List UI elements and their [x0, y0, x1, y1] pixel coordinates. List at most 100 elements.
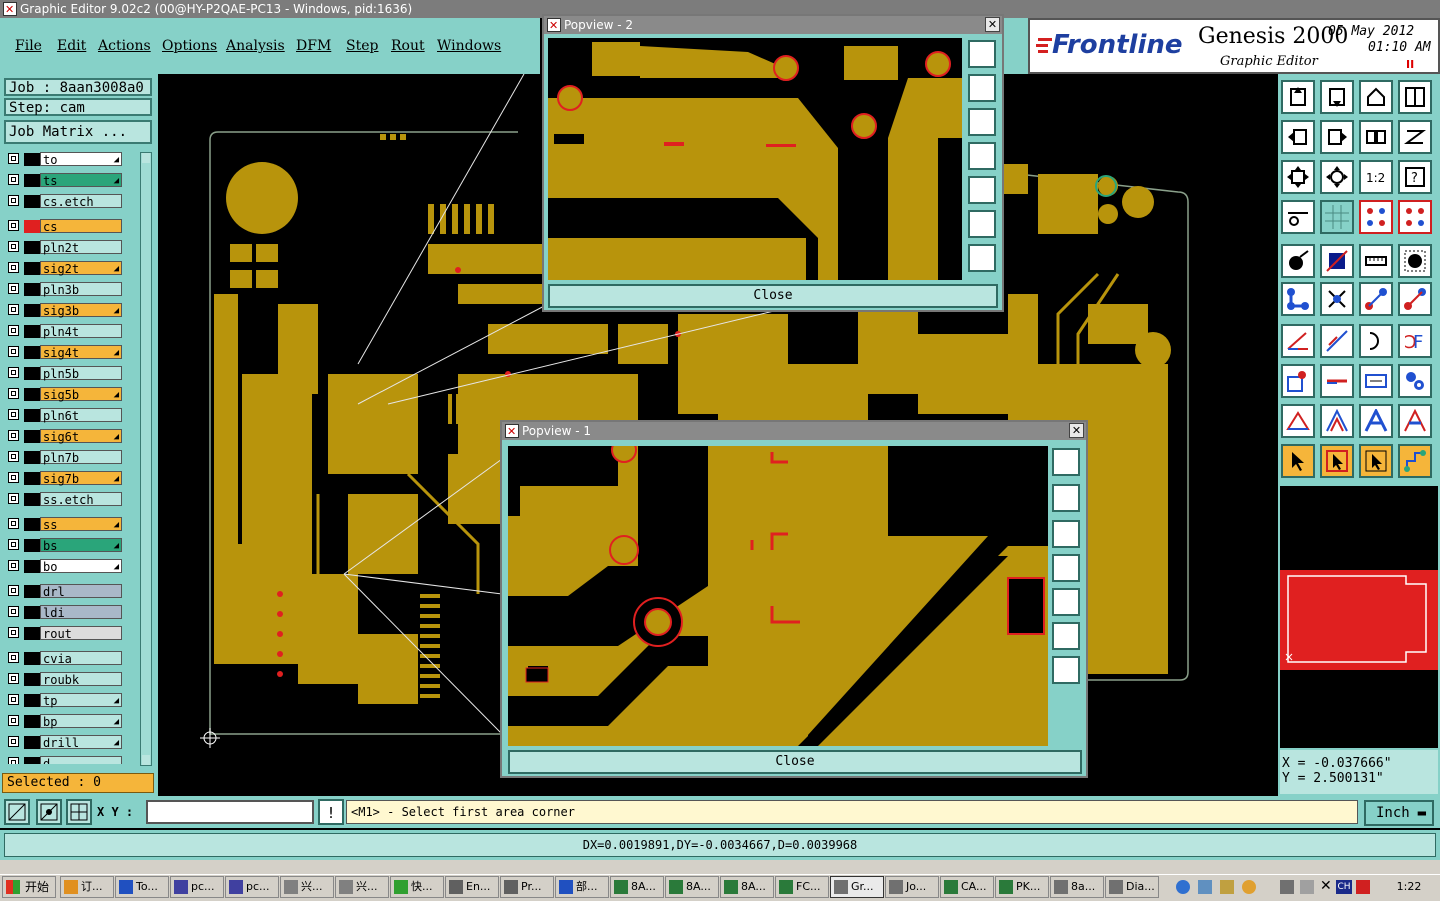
layer-name[interactable]: pln3b	[40, 282, 122, 297]
taskbar-task[interactable]: 兴...	[335, 876, 389, 898]
layer-checkbox[interactable]	[8, 472, 19, 483]
layer-checkbox[interactable]	[8, 518, 19, 529]
route-pad-alt-button[interactable]	[1398, 282, 1432, 316]
taskbar-task[interactable]: Jo...	[885, 876, 939, 898]
taskbar-task[interactable]: 订...	[60, 876, 114, 898]
layer-row[interactable]: bp ◢	[4, 714, 138, 729]
layer-row[interactable]: pln4t	[4, 324, 138, 339]
horizontal-line-button[interactable]	[1320, 364, 1354, 398]
menu-dfm[interactable]: DFM	[296, 38, 331, 54]
taskbar-task[interactable]: CA...	[940, 876, 994, 898]
layer-name[interactable]: ts ◢	[40, 173, 122, 188]
popview-2-canvas[interactable]	[548, 38, 962, 280]
layer-color-swatch[interactable]	[24, 174, 40, 187]
grid-snap-button[interactable]	[66, 799, 92, 825]
taskbar-task[interactable]: En...	[445, 876, 499, 898]
layer-checkbox[interactable]	[8, 627, 19, 638]
taskbar-clock[interactable]: 1:22	[1380, 876, 1438, 898]
layer-name[interactable]: bs ◢	[40, 538, 122, 553]
layer-checkbox[interactable]	[8, 241, 19, 252]
layer-checkbox[interactable]	[8, 673, 19, 684]
arc-tool-button[interactable]	[1359, 324, 1393, 358]
help-button[interactable]: ?	[1398, 160, 1432, 194]
layer-color-swatch[interactable]	[24, 694, 40, 707]
pointer-box-tool-button[interactable]	[1320, 444, 1354, 478]
layer-row[interactable]: ss ◢	[4, 517, 138, 532]
layer-checkbox[interactable]	[8, 304, 19, 315]
menu-analysis[interactable]: Analysis	[226, 38, 285, 54]
taskbar-task[interactable]: 8A...	[720, 876, 774, 898]
layer-color-swatch[interactable]	[24, 585, 40, 598]
measure-span-button[interactable]	[1359, 364, 1393, 398]
layer-color-swatch[interactable]	[24, 493, 40, 506]
layer-color-swatch[interactable]	[24, 283, 40, 296]
layer-checkbox[interactable]	[8, 174, 19, 185]
layer-row[interactable]: ldi	[4, 605, 138, 620]
layer-checkbox[interactable]	[8, 220, 19, 231]
layer-name[interactable]: d	[40, 756, 122, 764]
layer-name[interactable]: pln7b	[40, 450, 122, 465]
tray-app-icon[interactable]	[1198, 880, 1212, 894]
snap-centers-button[interactable]	[1398, 200, 1432, 234]
layer-row[interactable]: roubk	[4, 672, 138, 687]
zoom-box-button[interactable]	[4, 799, 30, 825]
layer-row[interactable]: sig6t ◢	[4, 429, 138, 444]
tray-x-icon[interactable]: ✕	[1320, 878, 1332, 894]
layer-row[interactable]: cs.etch	[4, 194, 138, 209]
zoom-diagonal-button[interactable]	[36, 799, 62, 825]
layer-row[interactable]: to ◢	[4, 152, 138, 167]
popview-1-zoom-in-button[interactable]	[1052, 656, 1080, 684]
taskbar-task[interactable]: FC...	[775, 876, 829, 898]
taskbar-task[interactable]: 8A...	[610, 876, 664, 898]
layer-color-swatch[interactable]	[24, 673, 40, 686]
layer-row[interactable]: rout	[4, 626, 138, 641]
popview-1-canvas[interactable]	[508, 446, 1048, 746]
layer-checkbox[interactable]	[8, 757, 19, 764]
layer-name[interactable]: to ◢	[40, 152, 122, 167]
tray-tool-icon[interactable]	[1280, 880, 1294, 894]
popview-2-zoom-in-button[interactable]	[968, 244, 996, 272]
popview-2-pan-up-button[interactable]	[968, 74, 996, 102]
group-pads-button[interactable]	[1398, 364, 1432, 398]
clock-app-icon[interactable]	[1242, 880, 1256, 894]
xy-input[interactable]	[146, 800, 314, 824]
layer-row[interactable]: cs	[4, 219, 138, 234]
popview-1-zoom-out-button[interactable]	[1052, 622, 1080, 650]
job-matrix-button[interactable]: Job Matrix ...	[4, 120, 152, 144]
layer-color-swatch[interactable]	[24, 367, 40, 380]
popview-2-zoom-window-button[interactable]	[968, 40, 996, 68]
layer-row[interactable]: pln2t	[4, 240, 138, 255]
layer-checkbox[interactable]	[8, 262, 19, 273]
layer-color-swatch[interactable]	[24, 262, 40, 275]
layer-checkbox[interactable]	[8, 430, 19, 441]
layer-checkbox[interactable]	[8, 325, 19, 336]
layer-name[interactable]: sig3b ◢	[40, 303, 122, 318]
zoom-center-button[interactable]	[1320, 160, 1354, 194]
taskbar-task[interactable]: Pr...	[500, 876, 554, 898]
exclamation-button[interactable]: !	[318, 799, 344, 825]
layer-row[interactable]: ss.etch	[4, 492, 138, 507]
redraw-button[interactable]	[1398, 120, 1432, 154]
layer-name[interactable]: bp ◢	[40, 714, 122, 729]
layer-name[interactable]: rout	[40, 626, 122, 641]
menu-step[interactable]: Step	[346, 38, 378, 54]
layer-row[interactable]: drill ◢	[4, 735, 138, 750]
taskbar-task[interactable]: 8A...	[665, 876, 719, 898]
popview-1-close-icon[interactable]: ✕	[1069, 423, 1084, 438]
layer-color-swatch[interactable]	[24, 627, 40, 640]
layer-checkbox[interactable]	[8, 736, 19, 747]
layer-row[interactable]: tp ◢	[4, 693, 138, 708]
layer-color-swatch[interactable]	[24, 153, 40, 166]
menu-actions[interactable]: Actions	[98, 38, 151, 54]
layer-checkbox[interactable]	[8, 694, 19, 705]
swap-view-button[interactable]	[1359, 120, 1393, 154]
layer-color-swatch[interactable]	[24, 652, 40, 665]
layer-color-swatch[interactable]	[24, 325, 40, 338]
layer-color-swatch[interactable]	[24, 220, 40, 233]
start-button[interactable]: 开始	[2, 876, 56, 898]
copy-layer-down-button[interactable]	[1320, 80, 1354, 114]
layer-checkbox[interactable]	[8, 652, 19, 663]
layer-color-swatch[interactable]	[24, 539, 40, 552]
tray-settings-icon[interactable]	[1300, 880, 1314, 894]
layer-color-swatch[interactable]	[24, 736, 40, 749]
